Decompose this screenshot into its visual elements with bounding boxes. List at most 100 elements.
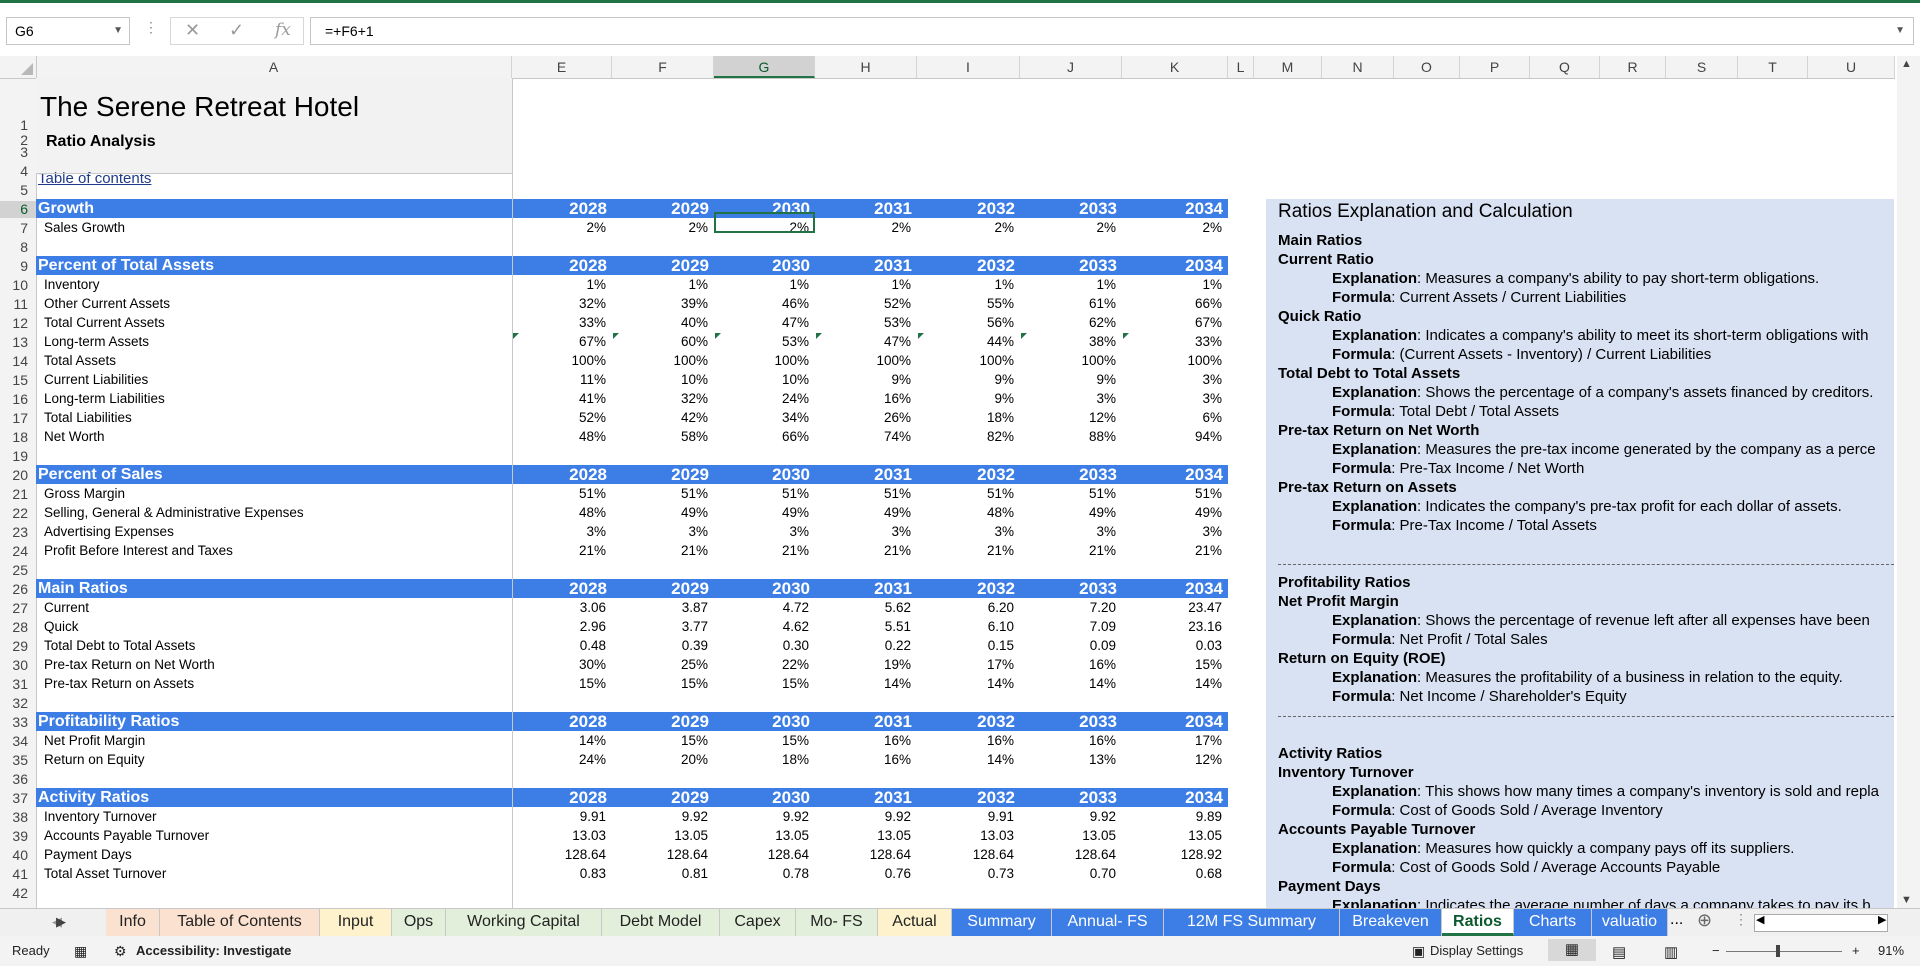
value-cell[interactable]: 52% xyxy=(815,294,911,313)
zoom-out-icon[interactable]: − xyxy=(1712,943,1720,958)
value-cell[interactable]: 21% xyxy=(815,541,911,560)
year-header[interactable]: 2034 xyxy=(1122,465,1223,484)
value-cell[interactable]: 66% xyxy=(1122,294,1222,313)
row-label[interactable]: Accounts Payable Turnover xyxy=(44,826,209,845)
zoom-in-icon[interactable]: + xyxy=(1852,943,1860,958)
column-header-a[interactable]: A xyxy=(36,56,512,78)
sheet-tab-12m-fs-summary[interactable]: 12M FS Summary xyxy=(1164,909,1340,936)
value-cell[interactable]: 13.05 xyxy=(714,826,809,845)
column-header-q[interactable]: Q xyxy=(1530,56,1600,78)
active-cell-g6[interactable] xyxy=(714,212,815,233)
value-cell[interactable]: 49% xyxy=(612,503,708,522)
year-header[interactable]: 2029 xyxy=(612,256,709,275)
column-header-f[interactable]: F xyxy=(612,56,714,78)
row-header-23[interactable]: 23 xyxy=(0,524,28,541)
value-cell[interactable]: 1% xyxy=(1122,275,1222,294)
value-cell[interactable]: 42% xyxy=(612,408,708,427)
value-cell[interactable]: 2% xyxy=(1020,218,1116,237)
row-header-39[interactable]: 39 xyxy=(0,828,28,845)
value-cell[interactable]: 5.51 xyxy=(815,617,911,636)
value-cell[interactable]: 3% xyxy=(815,522,911,541)
value-cell[interactable]: 2% xyxy=(1122,218,1222,237)
sheet-tab-summary[interactable]: Summary xyxy=(952,909,1052,936)
value-cell[interactable]: 128.64 xyxy=(1020,845,1116,864)
value-cell[interactable]: 47% xyxy=(714,313,809,332)
year-header[interactable]: 2030 xyxy=(714,579,810,598)
display-settings-button[interactable]: Display Settings xyxy=(1430,943,1523,958)
error-indicator-icon[interactable] xyxy=(816,333,822,339)
year-header[interactable]: 2028 xyxy=(512,788,607,807)
value-cell[interactable]: 128.92 xyxy=(1122,845,1222,864)
macro-record-icon[interactable]: ▦ xyxy=(74,943,87,960)
sheet-tab-capex[interactable]: Capex xyxy=(720,909,796,936)
row-label[interactable]: Total Current Assets xyxy=(44,313,165,332)
year-header[interactable]: 2031 xyxy=(815,199,912,218)
row-header-29[interactable]: 29 xyxy=(0,638,28,655)
value-cell[interactable]: 26% xyxy=(815,408,911,427)
year-header[interactable]: 2028 xyxy=(512,256,607,275)
value-cell[interactable]: 100% xyxy=(612,351,708,370)
value-cell[interactable]: 30% xyxy=(512,655,606,674)
year-header[interactable]: 2031 xyxy=(815,256,912,275)
value-cell[interactable]: 6% xyxy=(1122,408,1222,427)
value-cell[interactable]: 49% xyxy=(714,503,809,522)
value-cell[interactable]: 15% xyxy=(714,731,809,750)
value-cell[interactable]: 15% xyxy=(512,674,606,693)
row-header-26[interactable]: 26 xyxy=(0,581,28,598)
value-cell[interactable]: 21% xyxy=(1020,541,1116,560)
row-header-35[interactable]: 35 xyxy=(0,752,28,769)
value-cell[interactable]: 14% xyxy=(1122,674,1222,693)
row-header-25[interactable]: 25 xyxy=(0,562,28,579)
column-header-o[interactable]: O xyxy=(1394,56,1460,78)
value-cell[interactable]: 100% xyxy=(512,351,606,370)
value-cell[interactable]: 22% xyxy=(714,655,809,674)
row-header-19[interactable]: 19 xyxy=(0,448,28,465)
row-label[interactable]: Net Worth xyxy=(44,427,105,446)
value-cell[interactable]: 100% xyxy=(815,351,911,370)
value-cell[interactable]: 32% xyxy=(612,389,708,408)
sheet-tab-ops[interactable]: Ops xyxy=(392,909,446,936)
column-header-s[interactable]: S xyxy=(1666,56,1738,78)
value-cell[interactable]: 16% xyxy=(815,750,911,769)
value-cell[interactable]: 18% xyxy=(917,408,1014,427)
row-label[interactable]: Gross Margin xyxy=(44,484,125,503)
value-cell[interactable]: 23.16 xyxy=(1122,617,1222,636)
row-header-24[interactable]: 24 xyxy=(0,543,28,560)
sheet-tab-charts[interactable]: Charts xyxy=(1514,909,1592,936)
value-cell[interactable]: 16% xyxy=(815,389,911,408)
row-header-3[interactable]: 3 xyxy=(0,144,28,161)
year-header[interactable]: 2030 xyxy=(714,788,810,807)
value-cell[interactable]: 1% xyxy=(512,275,606,294)
more-tabs-ellipsis[interactable]: ... xyxy=(1670,911,1683,929)
sheet-tab-mo-fs[interactable]: Mo- FS xyxy=(796,909,878,936)
scroll-up-icon[interactable]: ▲ xyxy=(1901,58,1912,70)
normal-view-icon[interactable]: ▦ xyxy=(1548,939,1596,961)
value-cell[interactable]: 74% xyxy=(815,427,911,446)
value-cell[interactable]: 51% xyxy=(612,484,708,503)
value-cell[interactable]: 38% xyxy=(1020,332,1116,351)
value-cell[interactable]: 17% xyxy=(917,655,1014,674)
value-cell[interactable]: 24% xyxy=(512,750,606,769)
value-cell[interactable]: 0.78 xyxy=(714,864,809,883)
year-header[interactable]: 2028 xyxy=(512,465,607,484)
row-header-30[interactable]: 30 xyxy=(0,657,28,674)
value-cell[interactable]: 18% xyxy=(714,750,809,769)
row-header-8[interactable]: 8 xyxy=(0,239,28,256)
value-cell[interactable]: 58% xyxy=(612,427,708,446)
name-box[interactable]: G6 ▼ xyxy=(6,17,130,45)
row-header-41[interactable]: 41 xyxy=(0,866,28,883)
value-cell[interactable]: 9% xyxy=(917,389,1014,408)
value-cell[interactable]: 21% xyxy=(714,541,809,560)
select-all-button[interactable] xyxy=(0,56,37,78)
column-header-u[interactable]: U xyxy=(1808,56,1895,78)
year-header[interactable]: 2032 xyxy=(917,256,1015,275)
column-header-t[interactable]: T xyxy=(1738,56,1808,78)
row-label[interactable]: Pre-tax Return on Assets xyxy=(44,674,194,693)
value-cell[interactable]: 9.92 xyxy=(612,807,708,826)
value-cell[interactable]: 17% xyxy=(1122,731,1222,750)
year-header[interactable]: 2031 xyxy=(815,788,912,807)
row-header-15[interactable]: 15 xyxy=(0,372,28,389)
value-cell[interactable]: 14% xyxy=(512,731,606,750)
value-cell[interactable]: 9.92 xyxy=(1020,807,1116,826)
year-header[interactable]: 2029 xyxy=(612,712,709,731)
